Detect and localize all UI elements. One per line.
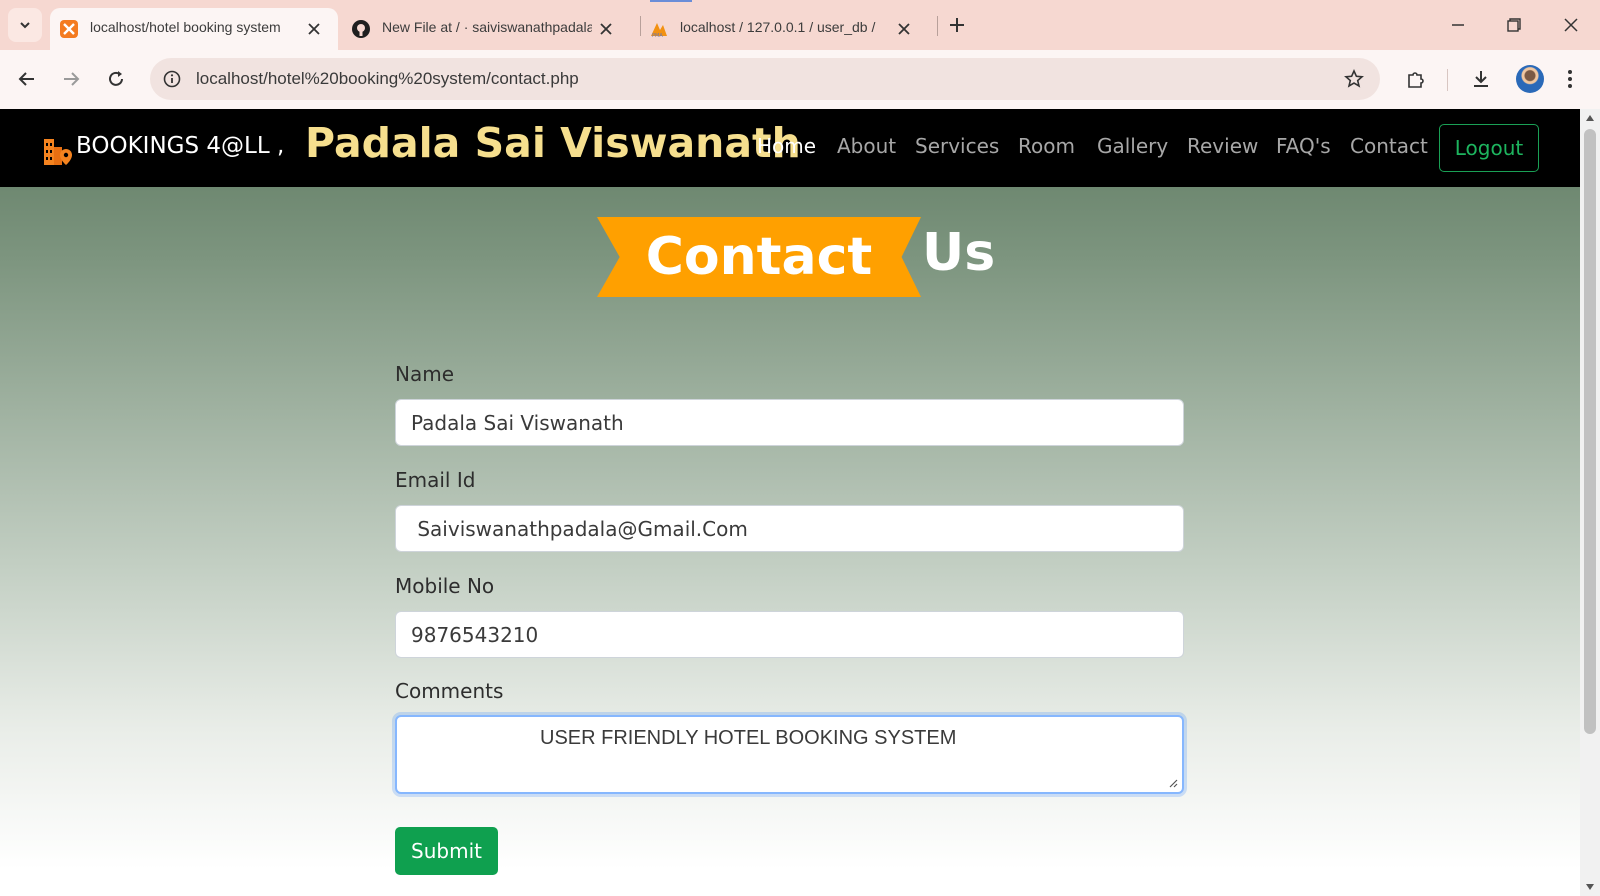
scroll-down-arrow-icon[interactable] xyxy=(1586,884,1594,890)
close-window-button[interactable] xyxy=(1556,10,1586,40)
scroll-up-arrow-icon[interactable] xyxy=(1586,115,1594,121)
page-title-highlight: Contact xyxy=(645,227,873,287)
nav-about[interactable]: About xyxy=(837,134,896,158)
plus-icon xyxy=(950,18,964,32)
url-text: localhost/hotel%20booking%20system/conta… xyxy=(196,69,579,88)
name-field[interactable]: Padala Sai Viswanath xyxy=(395,399,1184,446)
brand-name[interactable]: BOOKINGS 4@LL , xyxy=(76,133,284,159)
xampp-icon xyxy=(60,20,78,38)
extensions-button[interactable] xyxy=(1401,64,1431,94)
reload-button[interactable] xyxy=(101,64,131,94)
new-tab-button[interactable] xyxy=(944,12,970,38)
tab-title: localhost/hotel booking system xyxy=(90,19,281,35)
site-navbar: BOOKINGS 4@LL , Padala Sai Viswanath Hom… xyxy=(0,109,1580,187)
mobile-label: Mobile No xyxy=(395,574,495,598)
nav-room[interactable]: Room xyxy=(1018,134,1075,158)
browser-tab-bar: localhost/hotel booking system New File … xyxy=(0,0,1600,50)
page-title-rest: Us xyxy=(922,223,996,283)
arrow-left-icon xyxy=(18,72,34,86)
tab-close-icon[interactable] xyxy=(304,19,324,39)
restore-icon xyxy=(1507,18,1521,32)
downloads-button[interactable] xyxy=(1466,64,1496,94)
tab-phpmyadmin[interactable]: PMA localhost / 127.0.0.1 / user_db / xyxy=(640,8,930,50)
tab-separator xyxy=(937,16,938,36)
nav-gallery[interactable]: Gallery xyxy=(1097,134,1168,158)
back-button[interactable] xyxy=(12,64,42,94)
forward-button[interactable] xyxy=(56,64,86,94)
nav-contact[interactable]: Contact xyxy=(1350,134,1428,158)
svg-text:PMA: PMA xyxy=(652,33,663,38)
arrow-right-icon xyxy=(64,72,80,86)
site-info-icon[interactable] xyxy=(160,67,184,91)
comments-label: Comments xyxy=(395,679,504,703)
nav-services[interactable]: Services xyxy=(915,134,999,158)
submit-button[interactable]: Submit xyxy=(395,827,498,875)
logged-in-username: Padala Sai Viswanath xyxy=(305,119,801,167)
address-bar[interactable]: localhost/hotel%20booking%20system/conta… xyxy=(150,58,1380,100)
chevron-down-icon xyxy=(20,22,30,29)
tab-search-button[interactable] xyxy=(8,8,42,42)
puzzle-icon xyxy=(1408,72,1424,88)
name-label: Name xyxy=(395,362,455,386)
tab-github[interactable]: New File at / · saiviswanathpadala xyxy=(342,8,632,50)
page-viewport: BOOKINGS 4@LL , Padala Sai Viswanath Hom… xyxy=(0,109,1580,896)
tab-title: New File at / · saiviswanathpadala xyxy=(382,19,592,35)
reload-icon xyxy=(109,71,123,86)
nav-review[interactable]: Review xyxy=(1187,134,1258,158)
email-label: Email Id xyxy=(395,468,476,492)
page-scrollbar[interactable] xyxy=(1580,109,1600,896)
tab-hotel-booking[interactable]: localhost/hotel booking system xyxy=(50,8,338,50)
phpmyadmin-icon: PMA xyxy=(651,23,667,38)
tab-hover-indicator xyxy=(650,0,692,2)
nav-home[interactable]: Home xyxy=(757,134,816,158)
restore-button[interactable] xyxy=(1499,10,1529,40)
scroll-thumb[interactable] xyxy=(1584,129,1596,734)
logout-button[interactable]: Logout xyxy=(1439,124,1539,172)
nav-faqs[interactable]: FAQ's xyxy=(1276,134,1331,158)
download-icon xyxy=(1474,71,1488,87)
minimize-icon xyxy=(1452,24,1464,26)
tab-title: localhost / 127.0.0.1 / user_db / xyxy=(680,19,876,35)
mobile-field[interactable]: 9876543210 xyxy=(395,611,1184,658)
minimize-button[interactable] xyxy=(1443,10,1473,40)
more-vertical-icon xyxy=(1568,70,1572,88)
tab-close-icon[interactable] xyxy=(596,19,616,39)
resize-grip-icon[interactable] xyxy=(1168,778,1178,788)
tab-close-icon[interactable] xyxy=(894,19,914,39)
profile-avatar[interactable] xyxy=(1516,65,1544,93)
comments-textarea[interactable]: USER FRIENDLY HOTEL BOOKING SYSTEM xyxy=(395,715,1184,794)
bookmark-star-icon[interactable] xyxy=(1342,67,1366,91)
browser-menu-button[interactable] xyxy=(1555,64,1585,94)
email-field[interactable]: Saiviswanathpadala@Gmail.Com xyxy=(395,505,1184,552)
browser-toolbar: localhost/hotel%20booking%20system/conta… xyxy=(0,50,1600,109)
github-icon xyxy=(352,20,370,38)
hotel-location-icon xyxy=(44,139,72,165)
close-icon xyxy=(1564,18,1578,32)
comments-text: USER FRIENDLY HOTEL BOOKING SYSTEM xyxy=(540,727,957,749)
toolbar-separator xyxy=(1447,69,1448,91)
